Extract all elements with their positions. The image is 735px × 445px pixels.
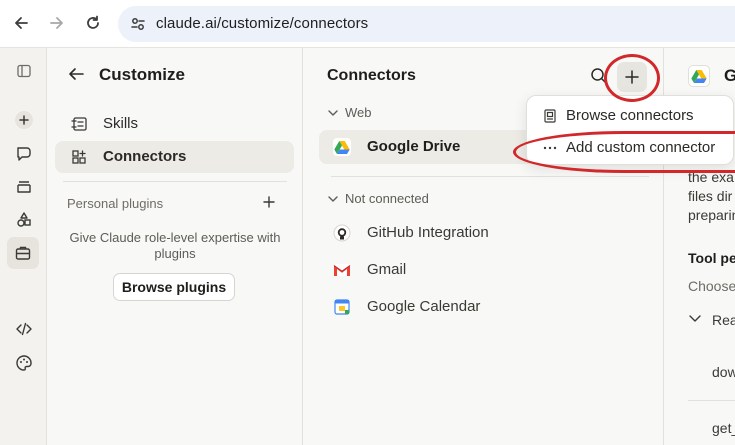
tool-name: dow <box>712 364 735 380</box>
personal-plugins-label: Personal plugins <box>67 196 164 211</box>
tool-permissions-subtext: Choose <box>688 278 735 294</box>
catalog-icon <box>543 109 557 123</box>
connector-label: Gmail <box>367 261 407 278</box>
github-icon <box>333 224 351 242</box>
nav-item-label: Skills <box>103 115 139 132</box>
divider <box>331 176 649 177</box>
annotation-circle-plus <box>604 54 660 102</box>
palette-icon[interactable] <box>12 351 36 375</box>
back-arrow-icon[interactable] <box>10 12 32 34</box>
chevron-down-icon[interactable] <box>688 314 702 324</box>
connector-label: Google Calendar <box>367 298 481 315</box>
tool-name: get_ <box>712 420 735 436</box>
chats-icon[interactable] <box>12 142 36 166</box>
address-bar[interactable]: claude.ai/customize/connectors <box>118 6 735 42</box>
google-drive-icon <box>333 138 351 156</box>
connectors-title: Connectors <box>327 67 416 84</box>
detail-description-line: preparin <box>688 207 735 223</box>
code-icon[interactable] <box>12 317 36 341</box>
site-settings-icon[interactable] <box>130 16 146 37</box>
artifacts-icon[interactable] <box>12 208 36 232</box>
connector-label: Google Drive <box>367 138 461 155</box>
url-text: claude.ai/customize/connectors <box>156 15 369 32</box>
connector-label: GitHub Integration <box>367 224 489 241</box>
group-web[interactable]: Web <box>327 104 372 120</box>
annotation-circle-add-custom <box>513 131 735 173</box>
nav-item-label: Connectors <box>103 148 187 165</box>
tool-permissions-heading: Tool per <box>688 250 735 266</box>
new-chat-icon[interactable] <box>12 108 36 132</box>
group-not-connected[interactable]: Not connected <box>327 190 429 206</box>
gmail-icon <box>333 261 351 279</box>
google-drive-icon <box>688 65 710 87</box>
projects-icon[interactable] <box>12 175 36 199</box>
customize-briefcase-icon[interactable] <box>7 237 39 269</box>
forward-arrow-icon[interactable] <box>46 12 68 34</box>
back-arrow-icon[interactable] <box>67 66 87 84</box>
group-label: Not connected <box>345 191 429 207</box>
menu-item-label: Browse connectors <box>566 107 694 124</box>
chevron-down-icon <box>328 109 338 116</box>
add-plugin-plus-icon[interactable] <box>262 195 278 211</box>
google-calendar-icon <box>333 298 351 316</box>
detail-title: Go <box>724 66 735 86</box>
plugins-description: Give Claude role-level expertise with pl… <box>69 230 281 261</box>
browse-plugins-button[interactable]: Browse plugins <box>113 273 235 301</box>
detail-description-line: files dir <box>688 188 733 204</box>
skills-icon <box>71 116 89 132</box>
divider <box>63 181 287 182</box>
divider <box>688 400 735 401</box>
group-label: Web <box>345 105 372 121</box>
page-title: Customize <box>99 65 185 84</box>
reload-icon[interactable] <box>82 12 104 34</box>
menu-item-browse-connectors[interactable]: Browse connectors <box>533 102 729 130</box>
chevron-down-icon <box>328 195 338 202</box>
sidebar-toggle-icon[interactable] <box>12 59 36 83</box>
customize-panel: Customize Skills Connectors Personal plu… <box>47 48 303 445</box>
nav-item-connectors[interactable]: Connectors <box>55 141 294 173</box>
read-tools-group[interactable]: Rea <box>712 312 735 328</box>
browser-toolbar: claude.ai/customize/connectors <box>0 0 735 48</box>
connectors-icon <box>71 149 89 165</box>
app-sidebar-rail <box>0 48 47 445</box>
nav-item-skills[interactable]: Skills <box>55 108 294 140</box>
